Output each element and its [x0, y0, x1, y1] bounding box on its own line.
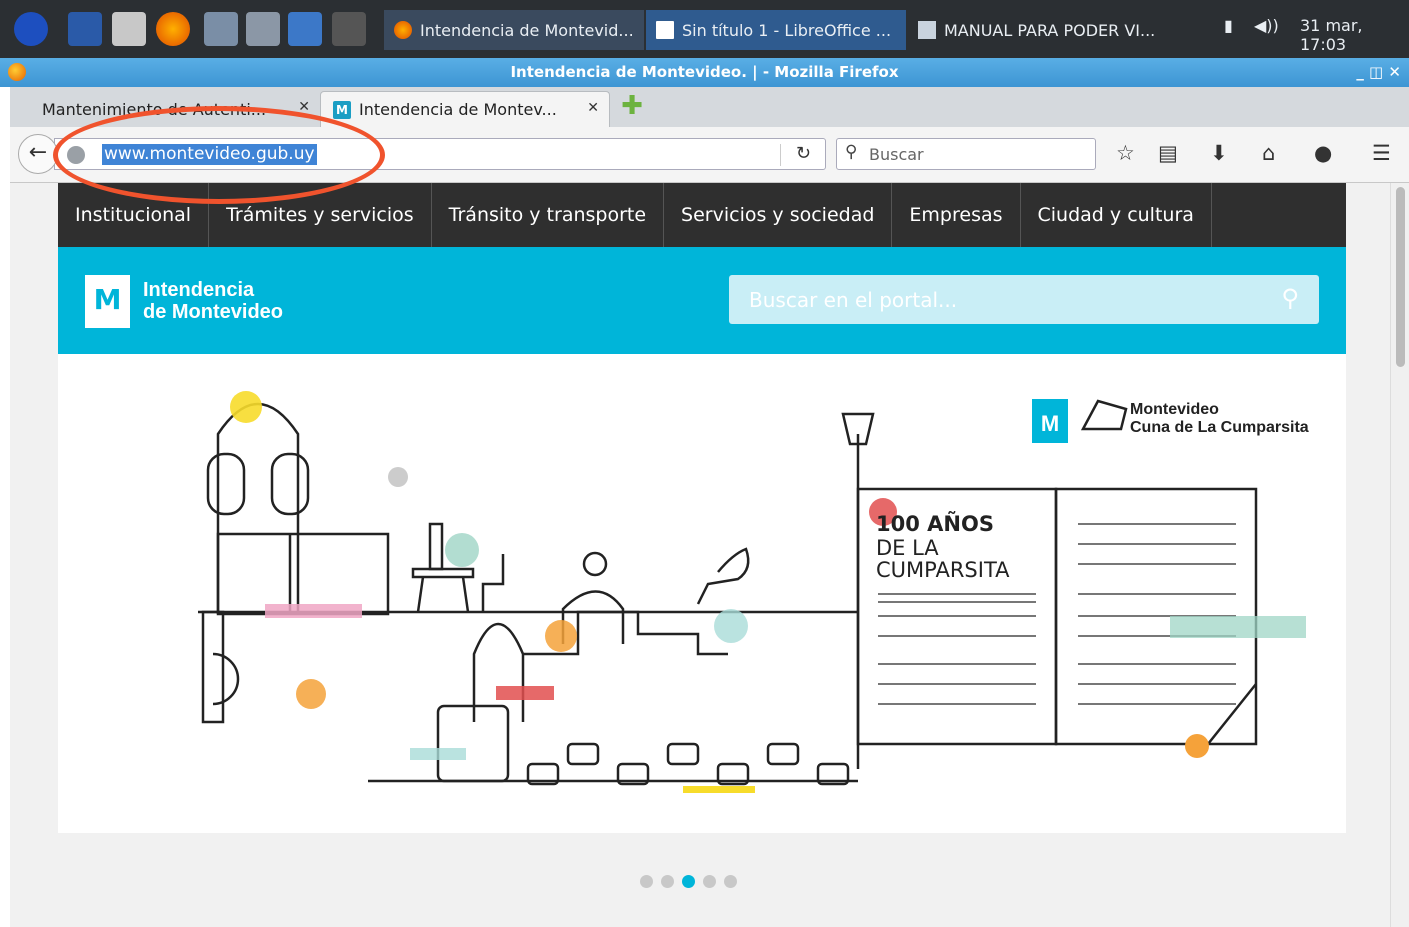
book-title-line1: 100 AÑOS — [876, 512, 994, 536]
url-separator — [780, 144, 781, 166]
carousel-dot[interactable] — [661, 875, 674, 888]
logo-line2: de Montevideo — [143, 301, 284, 323]
site-logo-text[interactable]: Intendencia de Montevideo — [143, 279, 283, 323]
writer-icon[interactable] — [204, 12, 238, 46]
intendencia-logo-icon[interactable]: M — [85, 275, 130, 328]
close-tab-icon[interactable]: ✕ — [298, 99, 310, 115]
home-icon[interactable]: ⌂ — [1262, 141, 1275, 165]
intendencia-favicon: M — [333, 100, 351, 119]
tab-label: Mantenimiento de Autenti... — [42, 99, 267, 119]
tab-mantenimiento[interactable]: Mantenimiento de Autenti... ✕ — [30, 91, 320, 127]
back-button[interactable]: ← — [18, 134, 58, 174]
carousel-dot-active[interactable] — [682, 875, 695, 888]
logo-line1: Intendencia — [143, 279, 255, 301]
firefox-icon — [8, 63, 26, 81]
battery-icon[interactable]: ▮ — [1224, 16, 1233, 35]
download-icon[interactable]: ⬇ — [1210, 141, 1228, 165]
nav-institucional[interactable]: Institucional — [58, 183, 210, 247]
scrollbar-thumb[interactable] — [1396, 187, 1405, 367]
hero-banner[interactable]: M Montevideo Cuna de La Cumparsita 100 A… — [58, 354, 1346, 833]
tab-strip: Mantenimiento de Autenti... ✕ M Intenden… — [10, 87, 1409, 127]
task-label: MANUAL PARA PODER VI... — [944, 20, 1156, 40]
close-tab-icon[interactable]: ✕ — [587, 100, 599, 116]
bookmark-star-icon[interactable]: ☆ — [1116, 141, 1135, 165]
new-tab-button[interactable]: ✚ — [620, 93, 644, 119]
desktop-icon[interactable] — [68, 12, 102, 46]
task-folder[interactable]: MANUAL PARA PODER VI... — [908, 10, 1168, 50]
navigation-toolbar: www.montevideo.gub.uy ↻ ← ⚲ Buscar ☆ ▤ ⬇… — [10, 127, 1409, 183]
window-controls[interactable]: _ ◫ ✕ — [1356, 58, 1401, 87]
reading-list-icon[interactable]: ▤ — [1158, 141, 1178, 165]
firefox-icon[interactable] — [156, 12, 190, 46]
task-label: Intendencia de Montevid... — [420, 20, 634, 40]
tab-intendencia[interactable]: M Intendencia de Montev... ✕ — [320, 91, 610, 127]
book-title-line3: CUMPARSITA — [876, 558, 1010, 582]
monitor-icon[interactable] — [288, 12, 322, 46]
window-titlebar: Intendencia de Montevideo. | - Mozilla F… — [0, 58, 1409, 87]
task-label: Sin título 1 - LibreOffice ... — [682, 20, 892, 40]
taskbar: Intendencia de Montevid... Sin título 1 … — [0, 0, 1409, 58]
task-firefox[interactable]: Intendencia de Montevid... — [384, 10, 644, 50]
nav-tramites[interactable]: Trámites y servicios — [209, 183, 432, 247]
carousel-dots — [640, 875, 737, 888]
chat-icon[interactable]: ● — [1314, 141, 1332, 165]
search-icon: ⚲ — [845, 142, 858, 162]
address-bar[interactable]: www.montevideo.gub.uy ↻ — [54, 138, 826, 170]
carousel-dot[interactable] — [724, 875, 737, 888]
firefox-icon — [394, 21, 412, 39]
tab-label: Intendencia de Montev... — [359, 100, 557, 119]
brand-header: M Intendencia de Montevideo Buscar en el… — [58, 247, 1346, 354]
folder-icon — [918, 21, 936, 39]
window-title: Intendencia de Montevideo. | - Mozilla F… — [510, 63, 899, 81]
document-icon — [656, 21, 674, 39]
nav-transito[interactable]: Tránsito y transporte — [432, 183, 665, 247]
search-placeholder: Buscar — [869, 145, 924, 164]
text-editor-icon[interactable] — [246, 12, 280, 46]
files-icon[interactable] — [112, 12, 146, 46]
search-icon[interactable]: ⚲ — [1281, 284, 1299, 312]
hat-icon — [1080, 399, 1128, 431]
globe-icon[interactable] — [67, 146, 85, 164]
reload-icon[interactable]: ↻ — [796, 143, 811, 164]
portal-search-input[interactable]: Buscar en el portal... ⚲ — [729, 275, 1319, 324]
nav-ciudad[interactable]: Ciudad y cultura — [1021, 183, 1212, 247]
clock[interactable]: 31 mar, 17:03 — [1300, 16, 1409, 54]
vertical-scrollbar[interactable] — [1390, 183, 1409, 927]
nav-empresas[interactable]: Empresas — [892, 183, 1021, 247]
start-menu-icon[interactable] — [14, 12, 48, 46]
carousel-dot[interactable] — [703, 875, 716, 888]
task-libreoffice[interactable]: Sin título 1 - LibreOffice ... — [646, 10, 906, 50]
search-bar[interactable]: ⚲ Buscar — [836, 138, 1096, 170]
banner-brand-line2: Cuna de La Cumparsita — [1130, 419, 1309, 436]
volume-icon[interactable]: ◀)) — [1254, 16, 1279, 35]
site-nav: Institucional Trámites y servicios Tráns… — [58, 183, 1346, 247]
svg-text:M: M — [1041, 411, 1059, 436]
banner-brand-line1: Montevideo — [1130, 401, 1219, 418]
url-text[interactable]: www.montevideo.gub.uy — [102, 144, 317, 165]
book-title-line2: DE LA — [876, 536, 939, 560]
portal-search-placeholder: Buscar en el portal... — [749, 288, 958, 312]
nav-servicios[interactable]: Servicios y sociedad — [664, 183, 893, 247]
menu-icon[interactable]: ☰ — [1372, 141, 1391, 165]
calculator-icon[interactable] — [332, 12, 366, 46]
carousel-dot[interactable] — [640, 875, 653, 888]
page-content: Institucional Trámites y servicios Tráns… — [10, 183, 1390, 927]
